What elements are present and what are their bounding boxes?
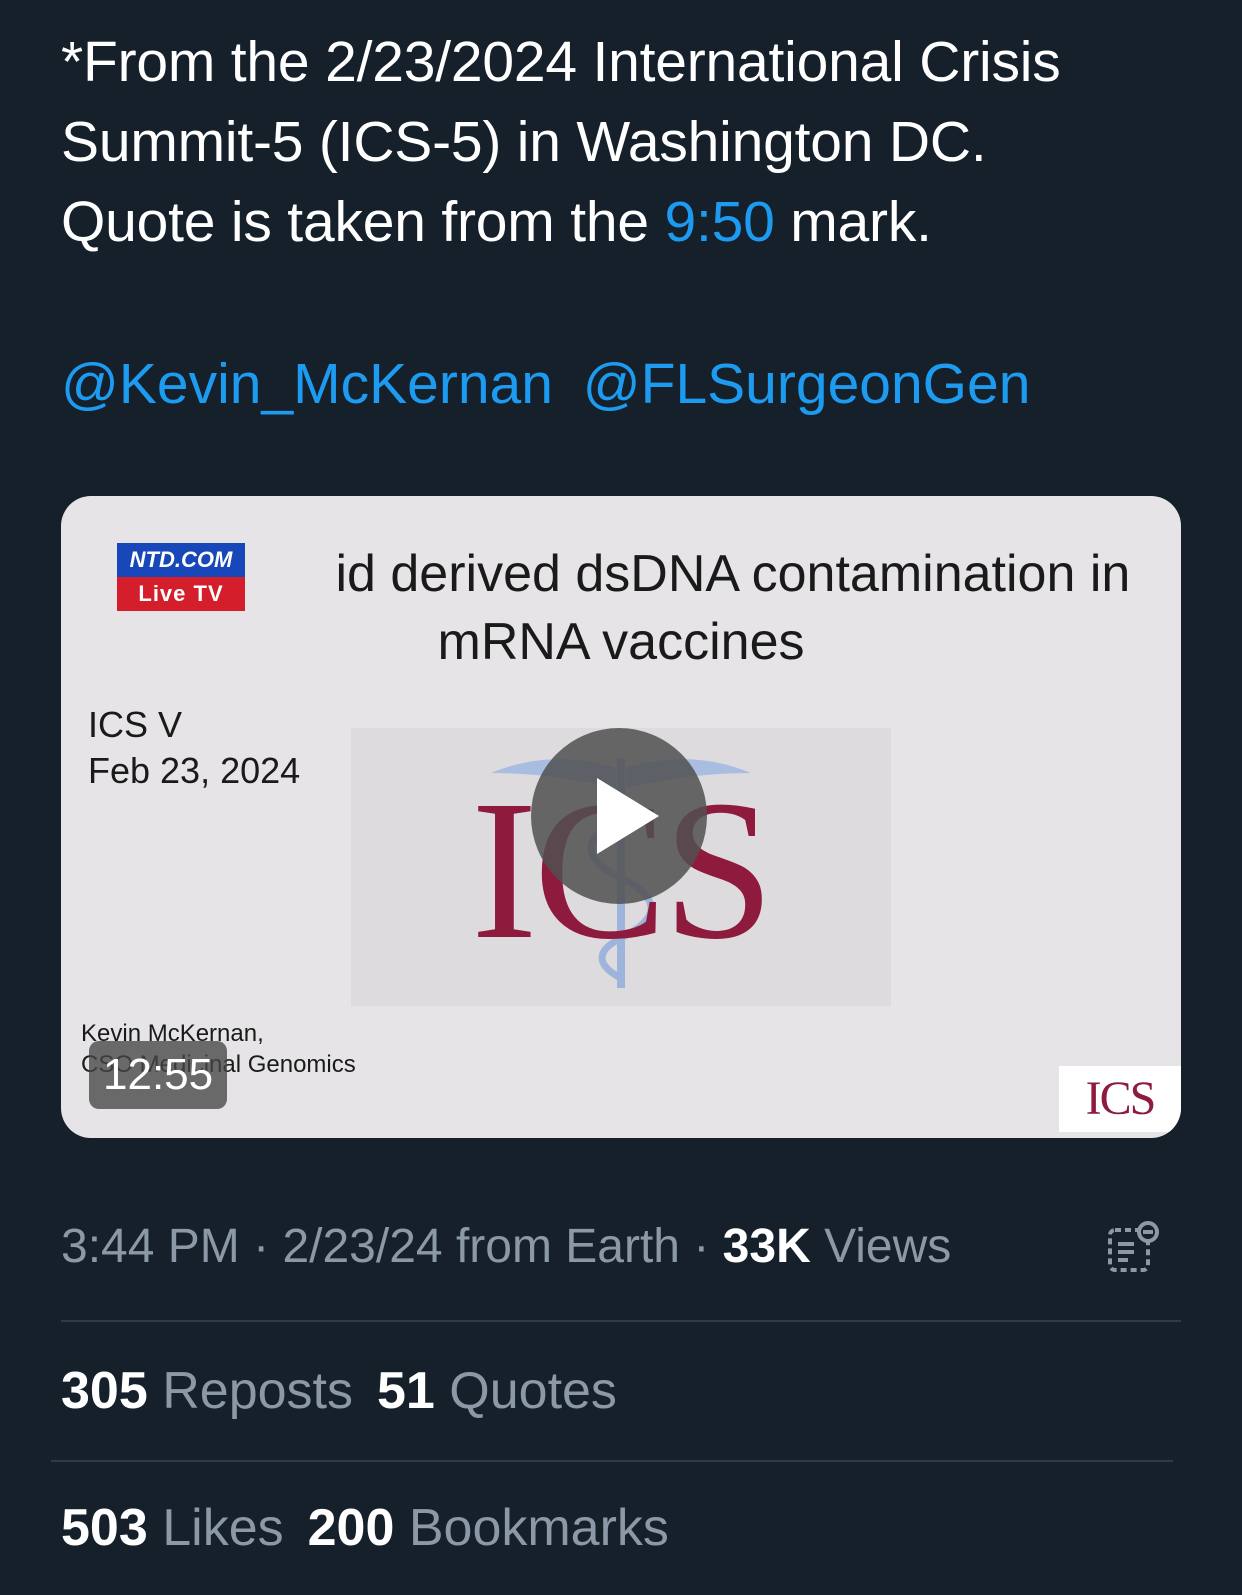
stats-row-reposts-quotes: 305 Reposts 51 Quotes [61,1356,617,1426]
timestamp-link[interactable]: 9:50 [665,190,775,254]
quotes-link[interactable]: 51 Quotes [377,1362,617,1420]
reposts-link[interactable]: 305 Reposts [61,1362,353,1420]
slide-event-date: Feb 23, 2024 [88,750,301,791]
tweet-text: *From the 2/23/2024 International Crisis… [61,22,1201,262]
bookmarks-link[interactable]: 200 Bookmarks [308,1499,669,1557]
reposts-count: 305 [61,1362,148,1420]
tweet-date[interactable]: 2/23/24 [282,1220,442,1273]
views-label: Views [824,1220,952,1273]
ntd-badge-bottom: Live TV [117,577,245,611]
analytics-icon[interactable] [1106,1220,1162,1276]
likes-count: 503 [61,1499,148,1557]
quotes-label: Quotes [449,1362,617,1420]
tweet-source: from Earth [455,1220,680,1273]
likes-link[interactable]: 503 Likes [61,1499,284,1557]
meta-separator: · [253,1220,270,1273]
tweet-text-line-2: Summit-5 (ICS-5) in Washington DC. [61,110,987,174]
likes-label: Likes [162,1499,284,1557]
video-player[interactable]: Fid derived dsDNA contamination in mRNA … [61,496,1181,1138]
mentions: @Kevin_McKernan @FLSurgeonGen [61,344,1044,424]
ntd-live-badge: NTD.COM Live TV [117,543,245,611]
divider [51,1460,1173,1462]
stats-row-likes-bookmarks: 503 Likes 200 Bookmarks [61,1493,669,1563]
tweet-text-line-1: *From the 2/23/2024 International Crisis [61,30,1061,94]
tweet-meta: 3:44 PM · 2/23/24 from Earth · 33K Views [61,1215,951,1279]
ntd-badge-top: NTD.COM [117,543,245,577]
bookmarks-count: 200 [307,1499,395,1557]
tweet-text-line-3: Quote is taken from the 9:50 mark. [61,182,1201,262]
video-duration-badge: 12:55 [89,1041,228,1109]
mention-fl-surgeon-gen[interactable]: @FLSurgeonGen [583,352,1031,416]
views-count: 33K [722,1220,811,1273]
slide-title-line-2: mRNA vaccines [437,613,805,671]
slide-event-name: ICS V [88,704,183,745]
tweet-text-prefix: Quote is taken from the [61,190,665,254]
divider [61,1320,1181,1322]
tweet-time[interactable]: 3:44 PM [61,1220,240,1273]
meta-separator-2: · [693,1220,710,1273]
slide-title-main: id derived dsDNA contamination in [335,545,1131,603]
slide-event-info: ICS V Feb 23, 2024 [88,702,300,794]
mention-kevin-mckernan[interactable]: @Kevin_McKernan [61,352,553,416]
bookmarks-label: Bookmarks [408,1499,669,1557]
play-icon [597,778,659,854]
tweet-text-suffix: mark. [774,190,932,254]
quotes-count: 51 [376,1362,435,1420]
play-button[interactable] [531,728,707,904]
corner-ics-logo: ICS [1059,1066,1181,1132]
reposts-label: Reposts [162,1362,353,1420]
